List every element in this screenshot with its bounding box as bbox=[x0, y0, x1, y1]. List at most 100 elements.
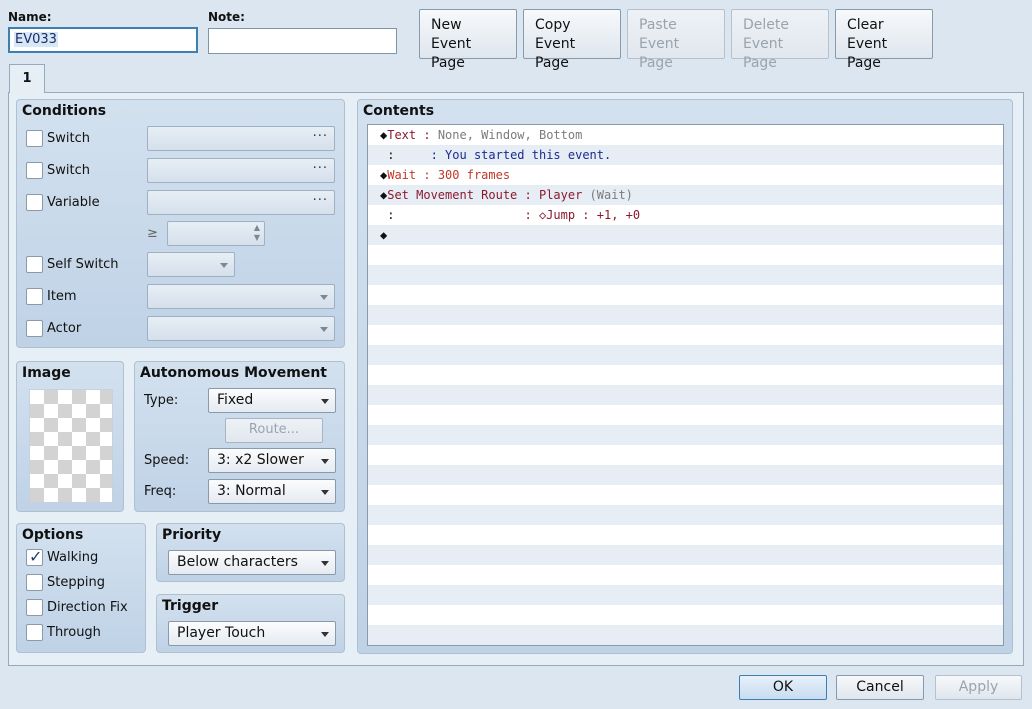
command-row[interactable]: ◆Set Movement Route : Player (Wait) bbox=[368, 185, 1003, 205]
stepping-checkbox[interactable] bbox=[26, 574, 43, 591]
delete-event-page-button[interactable]: Delete Event Page bbox=[731, 9, 829, 71]
copy-button-line1: Copy bbox=[535, 17, 571, 33]
cancel-button[interactable]: Cancel bbox=[836, 675, 924, 700]
new-button-line2: Event Page bbox=[431, 36, 472, 71]
item-dropdown[interactable] bbox=[147, 284, 335, 309]
command-args: None, Window, Bottom bbox=[437, 128, 583, 142]
item-label: Item bbox=[47, 289, 77, 304]
command-row[interactable]: ◆Wait : 300 frames bbox=[368, 165, 1003, 185]
through-label: Through bbox=[47, 625, 101, 640]
apply-button[interactable]: Apply bbox=[935, 675, 1022, 700]
stepping-label: Stepping bbox=[47, 575, 105, 590]
freq-dropdown[interactable]: 3: Normal bbox=[208, 479, 336, 504]
command-args: You started this event. bbox=[445, 148, 612, 162]
command-row[interactable]: : : ◇Jump : +1, +0 bbox=[368, 205, 1003, 225]
speed-label: Speed: bbox=[144, 453, 190, 468]
copy-button-line2: Event Page bbox=[535, 36, 576, 71]
type-label: Type: bbox=[144, 393, 179, 408]
command-separator: : bbox=[416, 168, 438, 182]
trigger-dropdown[interactable]: Player Touch bbox=[168, 621, 336, 646]
chevron-down-icon bbox=[320, 327, 328, 332]
name-label: Name: bbox=[8, 10, 52, 24]
speed-value: 3: x2 Slower bbox=[217, 452, 304, 468]
walking-checkbox[interactable]: ✓ bbox=[26, 547, 43, 566]
command-row[interactable]: ◆ bbox=[368, 225, 1003, 245]
command-args: Player bbox=[538, 188, 583, 202]
self-switch-label: Self Switch bbox=[47, 257, 119, 272]
paste-event-page-button[interactable]: Paste Event Page bbox=[627, 9, 725, 71]
variable-value-spinner[interactable]: ▲ ▼ bbox=[167, 221, 265, 246]
type-dropdown[interactable]: Fixed bbox=[208, 388, 336, 413]
chevron-down-icon bbox=[321, 459, 329, 464]
clear-event-page-button[interactable]: Clear Event Page bbox=[835, 9, 933, 71]
command-separator: : bbox=[416, 128, 438, 142]
ok-button[interactable]: OK bbox=[739, 675, 827, 700]
actor-dropdown[interactable] bbox=[147, 316, 335, 341]
paste-button-line2: Event Page bbox=[639, 36, 680, 71]
note-field[interactable] bbox=[208, 28, 397, 54]
actor-checkbox[interactable] bbox=[26, 320, 43, 337]
trigger-group: Trigger Player Touch bbox=[156, 594, 345, 653]
switch1-checkbox[interactable] bbox=[26, 130, 43, 147]
priority-group: Priority Below characters bbox=[156, 523, 345, 582]
image-group: Image bbox=[16, 361, 124, 512]
type-value: Fixed bbox=[217, 392, 254, 408]
variable-label: Variable bbox=[47, 195, 100, 210]
chevron-down-icon bbox=[321, 490, 329, 495]
self-switch-checkbox[interactable] bbox=[26, 256, 43, 273]
name-field-value: EV033 bbox=[14, 32, 58, 47]
options-title: Options bbox=[22, 527, 84, 543]
tab-page-1[interactable]: 1 bbox=[9, 64, 45, 93]
delete-button-line1: Delete bbox=[743, 17, 789, 33]
walking-label: Walking bbox=[47, 550, 99, 565]
self-switch-dropdown[interactable] bbox=[147, 252, 235, 277]
options-group: Options ✓ Walking Stepping Direction Fix… bbox=[16, 523, 146, 653]
chevron-down-icon bbox=[321, 632, 329, 637]
priority-dropdown[interactable]: Below characters bbox=[168, 550, 336, 575]
command-args-extra: (Wait) bbox=[582, 188, 633, 202]
conditions-group: Conditions Switch ··· Switch ··· Variabl… bbox=[16, 99, 345, 348]
paste-button-line1: Paste bbox=[639, 17, 677, 33]
new-event-page-button[interactable]: New Event Page bbox=[419, 9, 517, 71]
copy-event-page-button[interactable]: Copy Event Page bbox=[523, 9, 621, 71]
command-separator: : bbox=[517, 188, 539, 202]
command-args: 300 frames bbox=[437, 168, 511, 182]
variable-select-button[interactable]: ··· bbox=[147, 190, 335, 215]
command-name: Set Movement Route bbox=[387, 188, 518, 202]
through-checkbox[interactable] bbox=[26, 624, 43, 641]
command-args: ◇Jump : +1, +0 bbox=[538, 208, 641, 222]
direction-fix-checkbox[interactable] bbox=[26, 599, 43, 616]
chevron-down-icon bbox=[321, 561, 329, 566]
item-checkbox[interactable] bbox=[26, 288, 43, 305]
command-row[interactable]: ◆Text : None, Window, Bottom bbox=[368, 125, 1003, 145]
new-button-line1: New bbox=[431, 17, 462, 33]
command-name: Text bbox=[387, 128, 417, 142]
conditions-title: Conditions bbox=[22, 103, 107, 119]
chevron-down-icon bbox=[220, 263, 228, 268]
chevron-down-icon bbox=[320, 295, 328, 300]
clear-button-line1: Clear bbox=[847, 17, 884, 33]
event-image-preview[interactable] bbox=[29, 389, 113, 503]
note-label: Note: bbox=[208, 10, 245, 24]
check-icon: ✓ bbox=[29, 547, 43, 566]
switch2-checkbox[interactable] bbox=[26, 162, 43, 179]
switch1-select-button[interactable]: ··· bbox=[147, 126, 335, 151]
chevron-down-icon bbox=[321, 399, 329, 404]
clear-button-line2: Event Page bbox=[847, 36, 888, 71]
variable-checkbox[interactable] bbox=[26, 194, 43, 211]
delete-button-line2: Event Page bbox=[743, 36, 784, 71]
direction-fix-label: Direction Fix bbox=[47, 600, 128, 615]
actor-label: Actor bbox=[47, 321, 82, 336]
empty-rows-area bbox=[368, 245, 1003, 645]
autonomous-movement-group: Autonomous Movement Type: Fixed Route...… bbox=[134, 361, 345, 512]
contents-title: Contents bbox=[363, 103, 435, 119]
route-button[interactable]: Route... bbox=[225, 418, 323, 443]
trigger-value: Player Touch bbox=[177, 625, 266, 641]
switch2-select-button[interactable]: ··· bbox=[147, 158, 335, 183]
ge-symbol: ≥ bbox=[147, 226, 158, 241]
command-row[interactable]: : : You started this event. bbox=[368, 145, 1003, 165]
speed-dropdown[interactable]: 3: x2 Slower bbox=[208, 448, 336, 473]
name-field[interactable]: EV033 bbox=[8, 27, 198, 53]
event-command-list[interactable]: ◆Text : None, Window, Bottom : : You sta… bbox=[367, 124, 1004, 646]
switch2-label: Switch bbox=[47, 163, 90, 178]
